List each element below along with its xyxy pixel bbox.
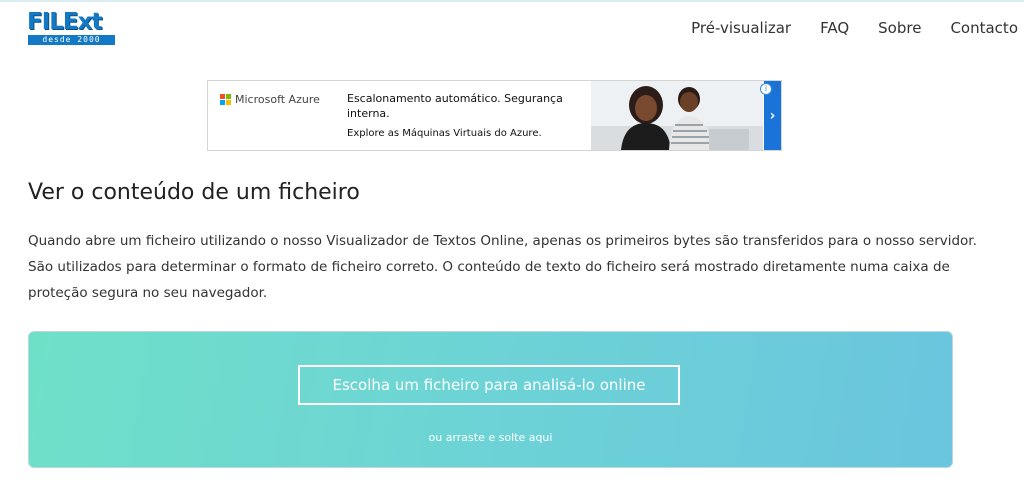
choose-file-button[interactable]: Escolha um ficheiro para analisá-lo onli… <box>298 365 680 405</box>
ms-logo-square-red <box>220 94 225 99</box>
top-border <box>0 0 1024 2</box>
page-title: Ver o conteúdo de um ficheiro <box>28 180 360 205</box>
info-icon[interactable]: i <box>760 83 772 95</box>
nav-item-preview[interactable]: Pré-visualizar <box>691 18 791 38</box>
page-description: Quando abre um ficheiro utilizando o nos… <box>28 233 977 301</box>
ad-photo-illustration <box>591 81 763 150</box>
ad-brand-label: Microsoft Azure <box>235 93 320 106</box>
ad-headline: Escalonamento automático. Segurança inte… <box>347 92 563 120</box>
drop-hint: ou arraste e solte aqui <box>428 431 553 444</box>
main-nav: Pré-visualizar FAQ Sobre Contacto <box>662 18 1018 38</box>
ad-brand: Microsoft Azure <box>220 93 320 106</box>
logo-wordmark: FILExt <box>27 9 102 35</box>
ms-logo-square-yellow <box>226 100 231 105</box>
ad-banner[interactable]: Microsoft Azure Escalonamento automático… <box>207 80 782 151</box>
nav-item-faq[interactable]: FAQ <box>820 18 849 38</box>
nav-item-about[interactable]: Sobre <box>878 18 921 38</box>
ms-logo-square-blue <box>220 100 225 105</box>
file-dropzone[interactable]: Escolha um ficheiro para analisá-lo onli… <box>28 331 953 468</box>
microsoft-logo-icon <box>220 94 231 105</box>
ad-subline: Explore as Máquinas Virtuais do Azure. <box>347 128 542 139</box>
nav-item-contact[interactable]: Contacto <box>950 18 1018 38</box>
ad-photo <box>591 81 763 150</box>
logo-tagline: desde 2000 <box>28 35 115 45</box>
more-options-icon[interactable]: ⋮ <box>773 82 781 94</box>
site-logo[interactable]: FILExt desde 2000 <box>27 10 115 45</box>
ms-logo-square-green <box>226 94 231 99</box>
